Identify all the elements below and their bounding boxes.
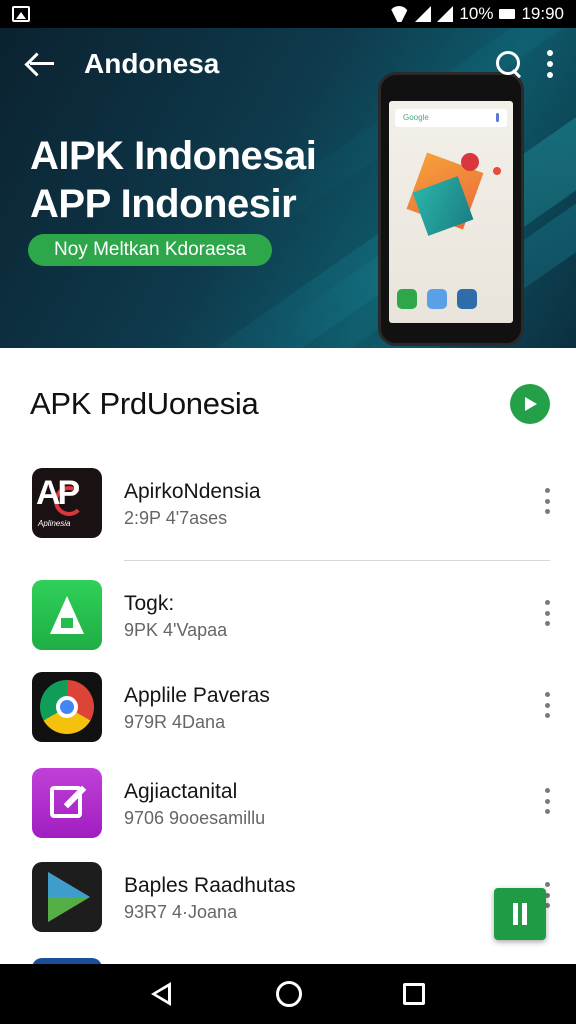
pause-icon xyxy=(513,903,518,925)
hero-banner: Andonesa AIPK Indonesai APP Indonesir No… xyxy=(0,28,576,348)
back-arrow-icon[interactable] xyxy=(22,46,58,82)
app-list: AP Aplinesia ApirkoNdensia 2:9P 4'7ases … xyxy=(0,454,576,964)
more-options-icon[interactable] xyxy=(543,788,551,814)
more-options-icon[interactable] xyxy=(543,488,551,514)
hero-title-line-1: AIPK Indonesai xyxy=(30,134,317,178)
app-meta: 9PK 4'Vapaa xyxy=(124,620,228,640)
messages-icon xyxy=(427,289,447,309)
phone-search-bar: Google xyxy=(395,109,507,127)
status-bar: 10% 19:90 xyxy=(0,0,576,28)
pause-fab[interactable] xyxy=(494,888,546,940)
list-item[interactable]: Agjiactanital 9706 9ooesamillu xyxy=(0,754,576,848)
wifi-icon xyxy=(389,6,409,22)
app-meta: 2:9P 4'7ases xyxy=(124,508,228,528)
nav-home-icon[interactable] xyxy=(275,981,302,1007)
phone-dock xyxy=(397,289,477,309)
app-name: Baples Raadhutas xyxy=(124,874,296,897)
more-options-icon[interactable] xyxy=(543,692,551,718)
section-arrow-button[interactable] xyxy=(510,384,550,424)
notification-icon xyxy=(12,6,30,22)
battery-percent: 10% xyxy=(459,4,494,23)
app-name: Togk: xyxy=(124,592,175,615)
edit-icon xyxy=(32,768,102,838)
play-store-icon xyxy=(32,862,102,932)
phone-call-icon xyxy=(397,289,417,309)
list-item[interactable]: Togk: 9PK 4'Vapaa xyxy=(0,566,576,658)
red-badge-graphic xyxy=(461,153,479,171)
app-name: ApirkoNdensia xyxy=(124,480,261,503)
apk-logo-icon: AP Aplinesia xyxy=(32,468,102,538)
status-indicators: 10% 19:90 xyxy=(389,4,564,24)
app-bar-title: Andonesa xyxy=(84,48,220,79)
app-meta: 9706 9ooesamillu xyxy=(124,808,266,828)
chrome-icon xyxy=(32,672,102,742)
text-app-icon xyxy=(457,289,477,309)
section-header: APK PrdUonesia xyxy=(30,382,550,426)
hero-cta-button[interactable]: Noy Meltkan Kdoraesa xyxy=(28,234,273,266)
phone-screen: Google xyxy=(389,101,513,323)
main-content: APK PrdUonesia AP Aplinesia ApirkoNdensi… xyxy=(0,348,576,964)
nav-recents-icon[interactable] xyxy=(403,983,426,1005)
divider xyxy=(124,560,550,561)
system-nav-bar xyxy=(0,964,576,1024)
app-name: Agjiactanital xyxy=(124,780,238,803)
signal-icon xyxy=(415,6,432,22)
clock: 19:90 xyxy=(521,4,564,23)
section-title: APK PrdUonesia xyxy=(30,386,259,421)
app-screen: 10% 19:90 Andonesa AIPK Indonesai APP In… xyxy=(0,0,576,1024)
hero-title: AIPK Indonesai APP Indonesir xyxy=(30,132,317,228)
overflow-menu-icon[interactable] xyxy=(546,50,554,78)
search-icon[interactable] xyxy=(494,49,524,79)
signal-icon-2 xyxy=(437,6,454,22)
hero-title-line-2: APP Indonesir xyxy=(30,182,297,226)
list-item[interactable]: Applile Paveras 979R 4Dana xyxy=(0,658,576,754)
battery-icon xyxy=(499,9,516,19)
app-meta: 979R 4Dana xyxy=(124,712,226,732)
list-item[interactable]: Baples Raadhutas 93R7 4·Joana xyxy=(0,848,576,944)
app-name: Applile Paveras xyxy=(124,684,270,707)
phone-illustration: Google xyxy=(378,72,524,346)
dot-graphic xyxy=(493,167,501,175)
more-options-icon[interactable] xyxy=(543,600,551,626)
nav-back-icon[interactable] xyxy=(150,982,175,1006)
green-a-icon xyxy=(32,580,102,650)
list-item[interactable]: AP Aplinesia ApirkoNdensia 2:9P 4'7ases xyxy=(0,454,576,566)
app-bar: Andonesa xyxy=(0,28,576,100)
list-item[interactable] xyxy=(0,944,576,964)
app-bar-actions xyxy=(494,49,554,79)
app-meta: 93R7 4·Joana xyxy=(124,902,238,922)
